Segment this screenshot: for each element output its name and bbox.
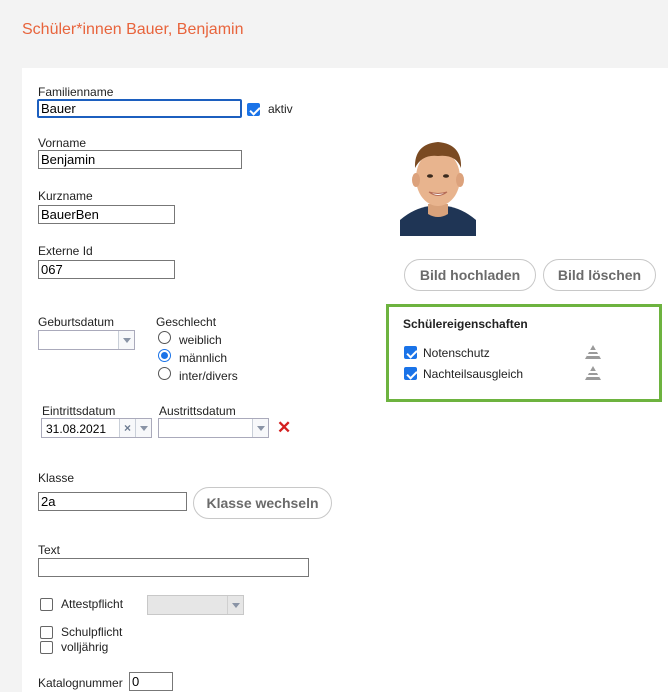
eintrittsdatum-value: 31.08.2021 (46, 422, 107, 436)
geburtsdatum-label: Geburtsdatum (38, 315, 115, 329)
student-photo (400, 134, 476, 236)
geschlecht-radio-maennlich[interactable] (158, 349, 171, 362)
geschlecht-label: Geschlecht (156, 315, 217, 329)
chevron-down-icon[interactable] (252, 419, 268, 437)
familienname-input[interactable] (37, 99, 242, 118)
eintrittsdatum-label: Eintrittsdatum (42, 404, 116, 418)
vorname-input[interactable] (38, 150, 242, 169)
vorname-label: Vorname (38, 136, 87, 150)
volljaehrig-label: volljährig (61, 640, 109, 654)
geschlecht-option-maennlich: männlich (179, 351, 228, 365)
text-label: Text (38, 543, 61, 557)
schulpflicht-label: Schulpflicht (61, 625, 123, 639)
triangle-icon[interactable] (585, 366, 601, 380)
externe-id-input[interactable] (38, 260, 175, 279)
externe-id-label: Externe Id (38, 244, 93, 258)
geburtsdatum-select[interactable] (38, 330, 135, 350)
chevron-down-icon[interactable] (118, 331, 134, 349)
kurzname-input[interactable] (38, 205, 175, 224)
notenschutz-label: Notenschutz (423, 346, 490, 360)
volljaehrig-checkbox[interactable] (40, 641, 53, 654)
nachteilsausgleich-label: Nachteilsausgleich (423, 367, 524, 381)
austrittsdatum-label: Austrittsdatum (159, 404, 236, 418)
student-form-card: Familienname aktiv Vorname Kurzname Exte… (22, 68, 668, 692)
geschlecht-option-weiblich: weiblich (179, 333, 222, 347)
klasse-label: Klasse (38, 471, 75, 485)
austrittsdatum-select[interactable] (158, 418, 269, 438)
clear-icon[interactable]: × (119, 419, 135, 437)
klasse-input[interactable] (38, 492, 187, 511)
chevron-down-icon[interactable] (135, 419, 151, 437)
schuelereigenschaften-title: Schülereigenschaften (403, 317, 528, 331)
nachteilsausgleich-checkbox[interactable] (404, 367, 417, 380)
bild-hochladen-button[interactable]: Bild hochladen (404, 259, 536, 291)
chevron-down-icon[interactable] (227, 596, 243, 614)
kurzname-label: Kurzname (38, 189, 93, 203)
geschlecht-option-inter: inter/divers (179, 369, 238, 383)
geschlecht-radio-inter[interactable] (158, 367, 171, 380)
aktiv-label: aktiv (268, 102, 293, 116)
aktiv-checkbox[interactable] (247, 103, 260, 116)
text-input[interactable] (38, 558, 309, 577)
attestpflicht-label: Attestpflicht (61, 597, 124, 611)
page-title: Schüler*innen Bauer, Benjamin (22, 21, 244, 38)
schuelereigenschaften-panel: Schülereigenschaften Notenschutz Nachtei… (386, 304, 662, 402)
schulpflicht-checkbox[interactable] (40, 626, 53, 639)
triangle-icon[interactable] (585, 345, 601, 359)
katalognummer-input[interactable] (129, 672, 173, 691)
notenschutz-checkbox[interactable] (404, 346, 417, 359)
geschlecht-radio-weiblich[interactable] (158, 331, 171, 344)
bild-loeschen-button[interactable]: Bild löschen (543, 259, 656, 291)
klasse-wechseln-button[interactable]: Klasse wechseln (193, 487, 332, 519)
attestpflicht-checkbox[interactable] (40, 598, 53, 611)
katalognummer-label: Katalognummer (38, 676, 123, 690)
eintrittsdatum-select[interactable]: 31.08.2021 × (41, 418, 152, 438)
delete-x-icon[interactable]: ✕ (277, 419, 291, 436)
familienname-label: Familienname (38, 85, 114, 99)
attestpflicht-select[interactable] (147, 595, 244, 615)
